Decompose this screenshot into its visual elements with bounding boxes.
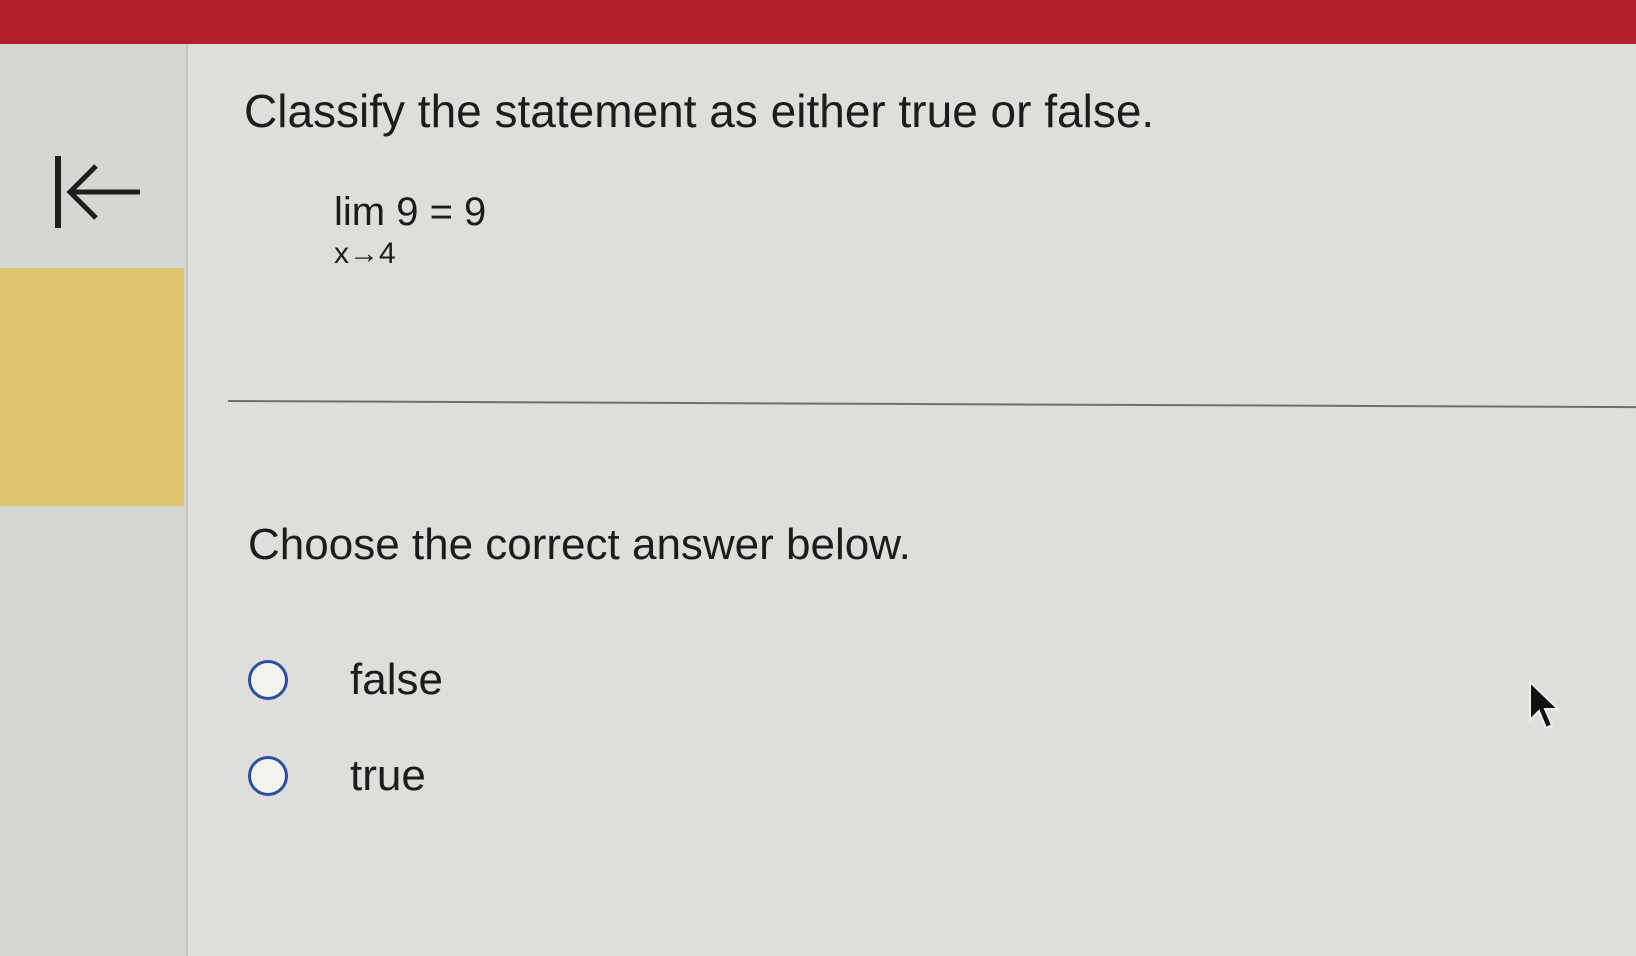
answer-prompt: Choose the correct answer below. [248, 520, 911, 569]
top-bar [0, 0, 1636, 44]
question-title: Classify the statement as either true or… [244, 85, 1155, 137]
collapse-left-arrow-icon [55, 156, 140, 228]
answer-option-label: false [350, 655, 443, 704]
answer-option-false[interactable]: false [248, 650, 443, 710]
limit-subscript: x→4 [334, 237, 396, 270]
question-panel: Classify the statement as either true or… [188, 44, 1636, 956]
radio-button-false[interactable] [248, 660, 288, 700]
limit-statement: lim 9 = 9 [334, 190, 487, 234]
collapse-panel-button[interactable] [52, 152, 144, 232]
answer-option-true[interactable]: true [248, 746, 426, 806]
radio-button-true[interactable] [248, 756, 288, 796]
mouse-pointer-icon [1529, 680, 1561, 730]
section-divider [227, 400, 1636, 409]
answer-option-label: true [350, 751, 426, 800]
limit-expression: lim 9 = 9 x→4 [334, 190, 486, 271]
question-highlight-block [0, 268, 184, 506]
